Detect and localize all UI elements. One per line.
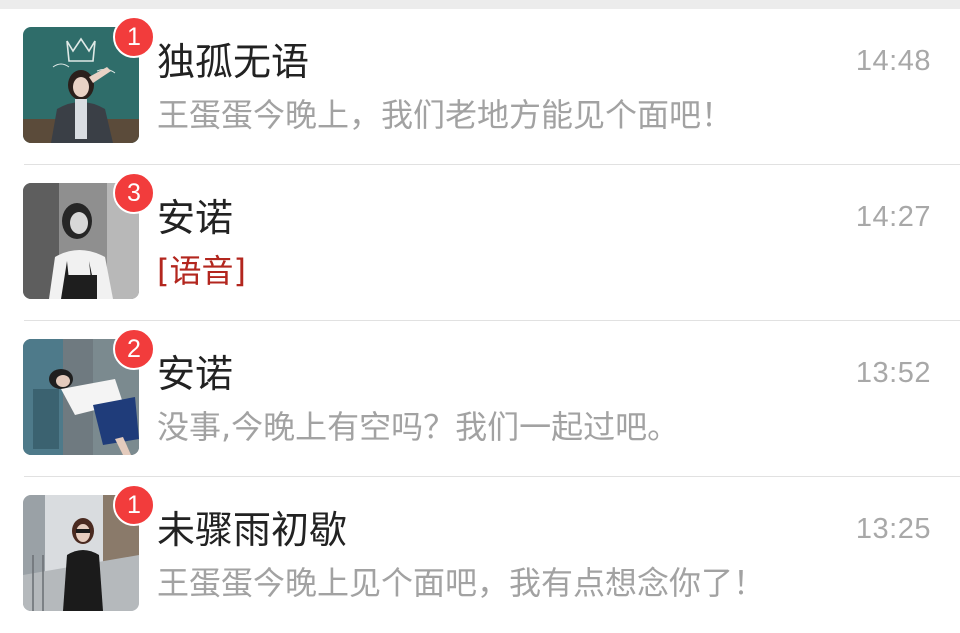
chat-list-item[interactable]: 1 未骤雨初歇 13:25 王蛋蛋今晚上见个面吧，我有点想念你了！ bbox=[0, 477, 960, 633]
contact-name: 未骤雨初歇 bbox=[157, 508, 348, 552]
message-time: 13:52 bbox=[855, 357, 931, 389]
unread-badge: 1 bbox=[113, 484, 155, 526]
chat-list-item[interactable]: 3 安诺 14:27 [语音] bbox=[0, 165, 960, 321]
message-time: 14:48 bbox=[855, 45, 931, 77]
message-preview: 王蛋蛋今晚上见个面吧，我有点想念你了！ bbox=[157, 564, 766, 602]
unread-badge: 1 bbox=[113, 16, 155, 58]
chat-list-item[interactable]: 2 安诺 13:52 没事,今晚上有空吗？我们一起过吧。 bbox=[0, 321, 960, 477]
top-bar bbox=[0, 0, 960, 9]
message-time: 13:25 bbox=[855, 513, 931, 545]
message-preview: 没事,今晚上有空吗？我们一起过吧。 bbox=[157, 408, 680, 446]
message-preview: 王蛋蛋今晚上，我们老地方能见个面吧！ bbox=[157, 96, 734, 134]
contact-name: 独孤无语 bbox=[157, 40, 310, 84]
unread-badge: 3 bbox=[113, 172, 155, 214]
contact-name: 安诺 bbox=[157, 196, 234, 240]
unread-badge: 2 bbox=[113, 328, 155, 370]
contact-name: 安诺 bbox=[157, 352, 234, 396]
message-time: 14:27 bbox=[855, 201, 931, 233]
chat-list: 1 独孤无语 14:48 王蛋蛋今晚上，我们老地方能见个面吧！ 3 安诺 14:… bbox=[0, 9, 960, 633]
chat-list-item[interactable]: 1 独孤无语 14:48 王蛋蛋今晚上，我们老地方能见个面吧！ bbox=[0, 9, 960, 165]
voice-message-tag: [语音] bbox=[157, 252, 246, 290]
